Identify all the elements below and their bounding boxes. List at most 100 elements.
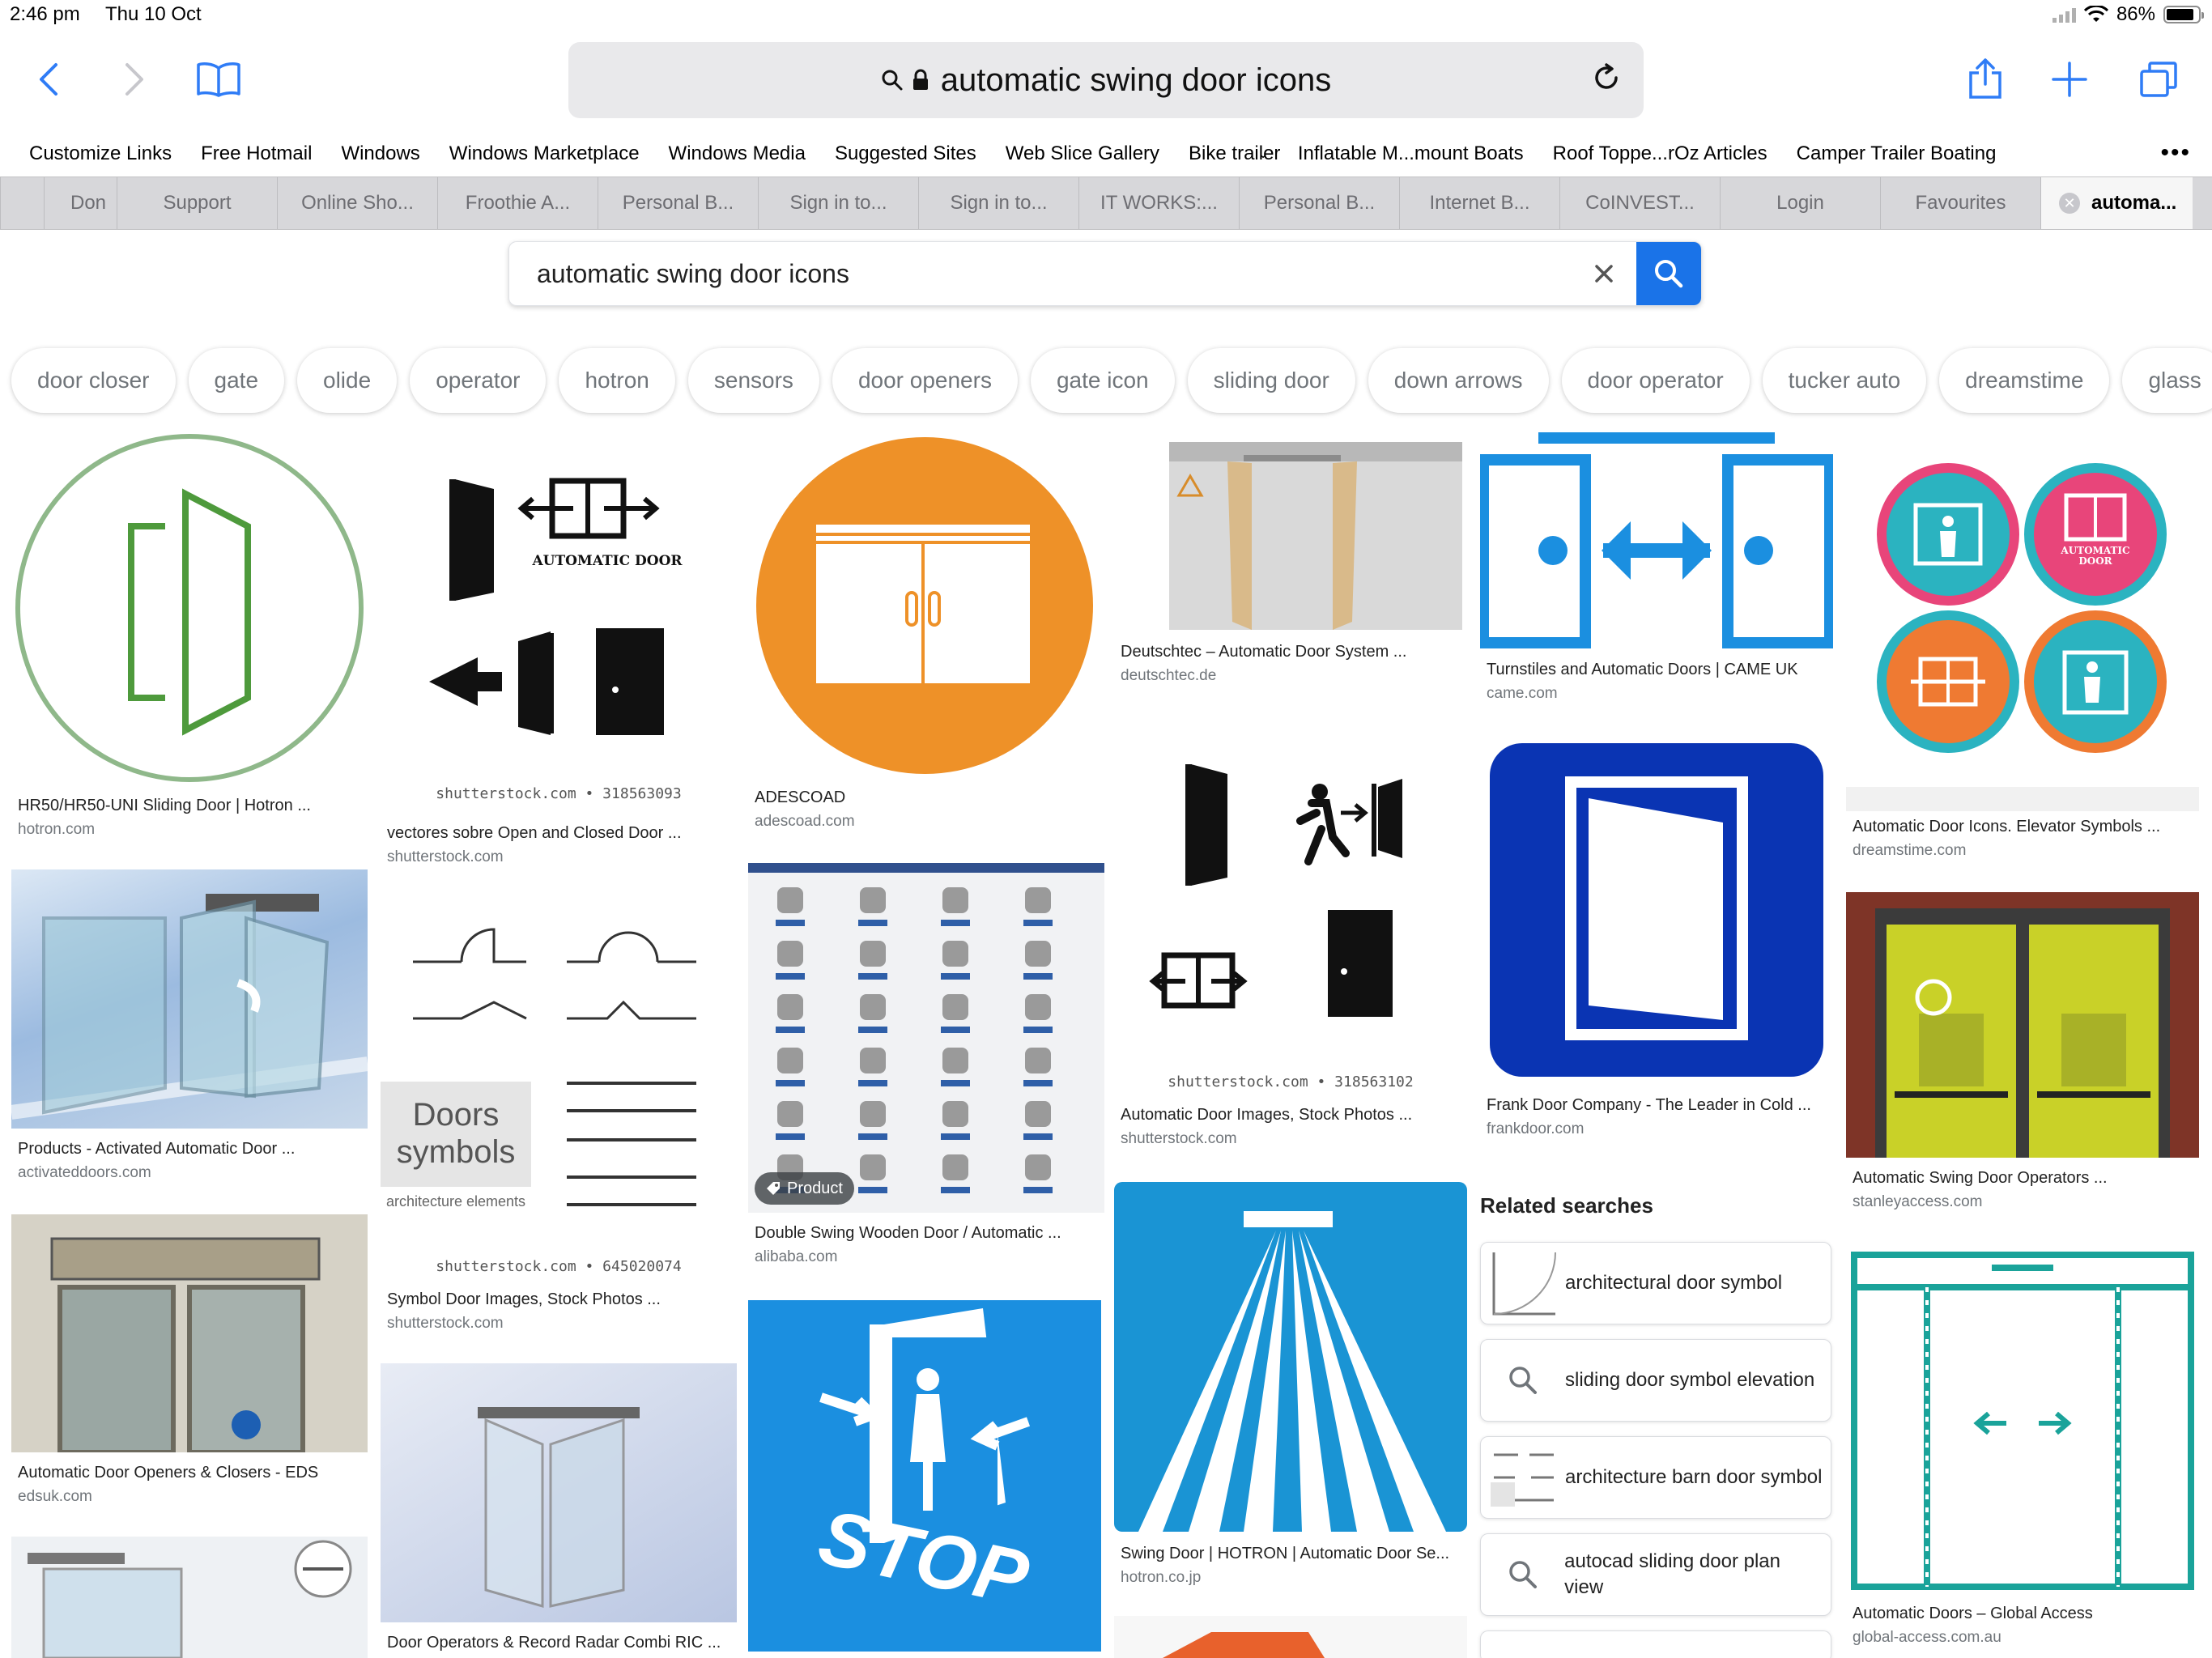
favourite-link[interactable]: Free Hotmail [201, 142, 312, 165]
status-date: Thu 10 Oct [105, 3, 202, 25]
image-result[interactable]: Door Operators & Record Radar Combi RIC … [381, 1363, 737, 1658]
tab[interactable]: Froothie A... [437, 177, 598, 229]
svg-text:shutterstock.com • 318563102: shutterstock.com • 318563102 [1168, 1073, 1413, 1090]
suggestion-chip[interactable]: down arrows [1368, 348, 1549, 413]
favourite-link[interactable]: Camper Trailer Boating [1797, 142, 1997, 165]
image-result[interactable]: Frank Door Company - The Leader in Cold … [1480, 733, 1836, 1154]
new-tab-button[interactable] [2045, 55, 2094, 104]
image-result[interactable]: Automatic Door Openers & Closers - EDS e… [11, 1214, 368, 1522]
suggestion-chip[interactable]: gate icon [1030, 348, 1175, 413]
tab[interactable]: Personal B... [598, 177, 758, 229]
hardware-part [942, 887, 968, 913]
result-title: Symbol Door Images, Stock Photos ... [387, 1290, 661, 1308]
image-result[interactable]: Automatic Doors – Global Access global-a… [1846, 1247, 2202, 1658]
share-button[interactable] [1961, 55, 2010, 104]
suggestion-chip[interactable]: tucker auto [1762, 348, 1927, 413]
suggestion-chip[interactable]: hotron [559, 348, 675, 413]
image-result[interactable]: Turnstiles and Automatic Doors | CAME UK… [1480, 431, 1836, 706]
favourite-link[interactable]: Suggested Sites [835, 142, 976, 165]
result-thumbnail [748, 863, 1104, 1213]
tab[interactable] [0, 177, 44, 229]
result-thumbnail [1114, 1616, 1467, 1658]
result-domain: shutterstock.com [387, 1315, 504, 1332]
favourite-link[interactable]: Web Slice Gallery [1006, 142, 1159, 165]
related-search-item[interactable] [1480, 1630, 1831, 1658]
tab[interactable]: Login [1720, 177, 1880, 229]
hardware-label-bar [776, 1133, 805, 1140]
hardware-label-bar [858, 973, 887, 980]
image-result[interactable]: Products - Activated Automatic Door ... … [11, 869, 368, 1193]
related-search-item[interactable]: architectural door symbol [1480, 1242, 1831, 1324]
suggestion-chip[interactable]: sliding door [1187, 348, 1355, 413]
tabs-overview-button[interactable] [2134, 55, 2183, 104]
clear-search-button[interactable] [1572, 257, 1636, 291]
forward-button[interactable] [110, 55, 159, 104]
close-tab-icon[interactable]: ✕ [2059, 193, 2080, 214]
image-result[interactable]: shutterstock.com • 645020074 Doors symbo… [381, 897, 737, 1334]
hardware-label-bar [1023, 1133, 1053, 1140]
suggestion-chip[interactable]: olide [297, 348, 398, 413]
favourite-link[interactable]: Windows Media [669, 142, 806, 165]
favourite-link[interactable]: Inflatable M...mount Boats [1298, 142, 1524, 165]
favourite-link[interactable]: Windows [341, 142, 419, 165]
search-input[interactable]: automatic swing door icons [509, 259, 1572, 289]
tab[interactable]: Don [44, 177, 117, 229]
hardware-label-bar [1023, 920, 1053, 926]
image-result[interactable]: AUTOMATIC DOOR Automatic Door Icons. Ele… [1846, 431, 2202, 868]
reload-button[interactable] [1592, 63, 1621, 96]
status-indicators: 86% [2052, 3, 2204, 26]
tab[interactable]: Internet B... [1399, 177, 1559, 229]
image-result[interactable]: ADESCOAD adescoad.com [748, 431, 1104, 835]
tab[interactable]: Support [117, 177, 277, 229]
result-thumbnail [11, 431, 368, 785]
tab[interactable]: CoINVEST... [1559, 177, 1720, 229]
image-result[interactable] [11, 1537, 368, 1658]
hardware-part [942, 941, 968, 967]
tab[interactable]: Favourites [1880, 177, 2040, 229]
tab[interactable]: IT WORKS:... [1078, 177, 1239, 229]
suggestion-chip[interactable]: door openers [832, 348, 1018, 413]
tab[interactable]: Sign in to... [758, 177, 918, 229]
related-search-item[interactable]: architecture barn door symbol [1480, 1436, 1831, 1519]
related-search-item[interactable]: autocad sliding door plan view [1480, 1533, 1831, 1616]
result-thumbnail [381, 1363, 737, 1622]
search-button[interactable] [1636, 242, 1701, 305]
back-button[interactable] [24, 55, 73, 104]
tab-active[interactable]: ✕ automa... [2040, 177, 2193, 229]
favourite-link[interactable]: Customize Links [29, 142, 172, 165]
suggestion-chip[interactable]: door operator [1561, 348, 1750, 413]
suggestion-chip[interactable]: gate [188, 348, 285, 413]
search-icon [1509, 1367, 1537, 1394]
suggestion-chip[interactable]: sensors [687, 348, 819, 413]
suggestion-chip[interactable]: dreamstime [1939, 348, 2110, 413]
suggestion-chip[interactable]: door closer [11, 348, 176, 413]
result-title: Products - Activated Automatic Door ... [18, 1140, 296, 1158]
product-badge: Product [755, 1172, 854, 1205]
address-bar[interactable]: automatic swing door icons [568, 42, 1644, 118]
chevron-right-icon [125, 63, 143, 96]
image-result[interactable]: Automatic Swing Door Operators ... stanl… [1846, 892, 2202, 1216]
image-result[interactable]: shutterstock.com • 318563102 Automatic D… [1114, 716, 1470, 1159]
image-result[interactable] [1114, 1616, 1470, 1658]
image-result[interactable]: Deutschtec – Automatic Door System ... d… [1114, 431, 1470, 698]
battery-icon [2163, 6, 2204, 23]
tab[interactable]: Sign in to... [918, 177, 1078, 229]
image-result[interactable]: shutterstock.com • 318563093 AUTOMATIC D… [381, 431, 737, 876]
favourites-more-button[interactable]: ••• [2160, 139, 2191, 167]
image-result[interactable]: STOP [748, 1300, 1104, 1658]
suggestion-chip[interactable]: glass [2122, 348, 2212, 413]
status-bar: 2:46 pm Thu 10 Oct 86% [0, 0, 2212, 32]
favourite-link[interactable]: Roof Toppe...rOz Articles [1553, 142, 1767, 165]
related-search-item[interactable]: sliding door symbol elevation [1480, 1339, 1831, 1422]
image-result[interactable]: Product Double Swing Wooden Door / Autom… [748, 863, 1104, 1268]
google-search-box[interactable]: automatic swing door icons [508, 241, 1702, 306]
suggestion-chip[interactable]: operator [410, 348, 547, 413]
favourite-link[interactable]: Windows Marketplace [449, 142, 640, 165]
bookmarks-button[interactable] [194, 55, 243, 104]
tab[interactable]: Online Sho... [277, 177, 437, 229]
image-result[interactable]: HR50/HR50-UNI Sliding Door | Hotron ... … [11, 431, 368, 838]
tab[interactable]: Personal B... [1239, 177, 1399, 229]
hardware-label-bar [1023, 1080, 1053, 1086]
image-result[interactable]: Swing Door | HOTRON | Automatic Door Se.… [1114, 1182, 1470, 1595]
result-thumbnail [11, 1214, 368, 1452]
